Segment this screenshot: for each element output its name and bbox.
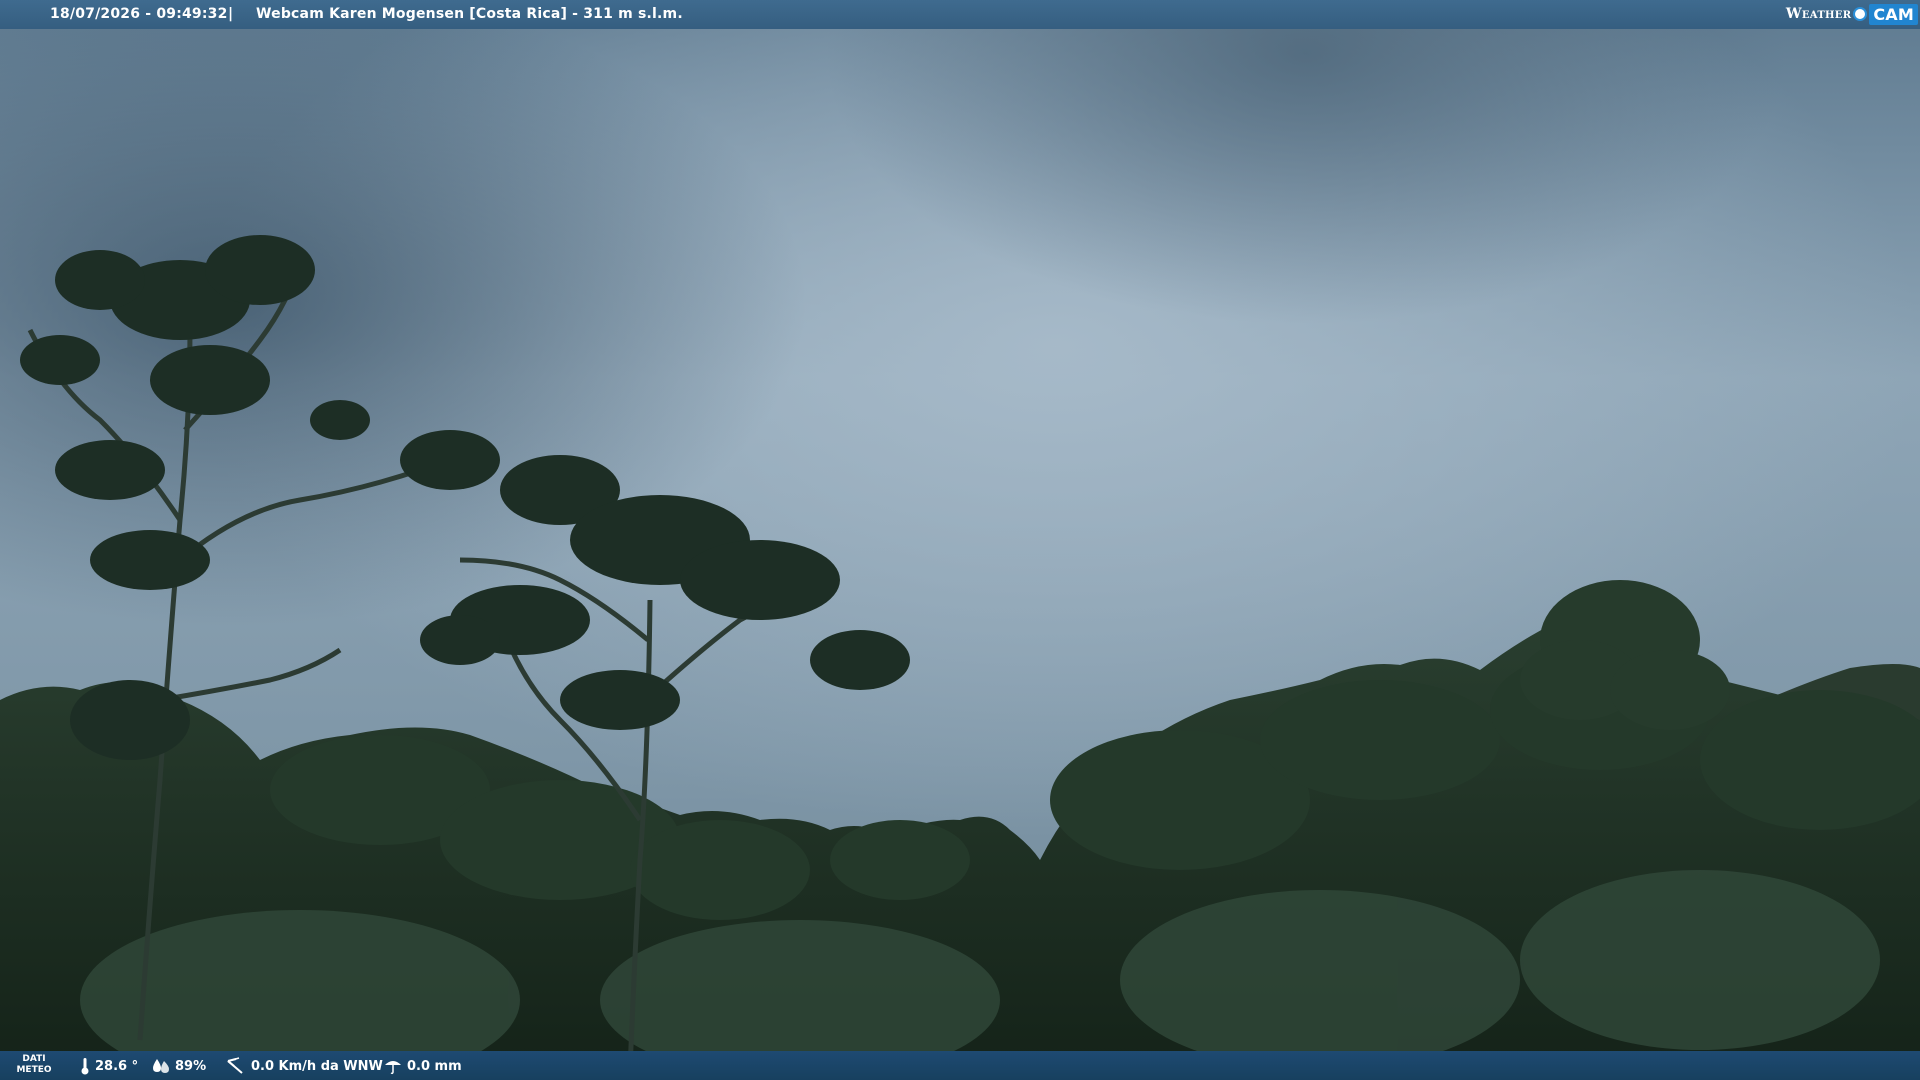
wind-value: 0.0 Km/h da WNW bbox=[251, 1058, 383, 1074]
rain-icon bbox=[385, 1061, 401, 1075]
header-separator: | bbox=[228, 6, 234, 22]
weather-data-label-line1: DATI bbox=[22, 1054, 46, 1064]
webcam-title: Webcam Karen Mogensen [Costa Rica] - 311… bbox=[256, 6, 683, 22]
webcam-image bbox=[0, 0, 1920, 1080]
humidity-reading: 89% bbox=[152, 1057, 206, 1075]
weathercam-logo: Weather CAM bbox=[1786, 2, 1918, 26]
datetime-label: 18/07/2026 - 09:49:32 bbox=[50, 6, 228, 22]
header-bar: 18/07/2026 - 09:49:32 | Webcam Karen Mog… bbox=[0, 0, 1920, 29]
logo-cam-text: CAM bbox=[1869, 3, 1918, 25]
temperature-reading: 28.6 ° bbox=[80, 1057, 138, 1075]
thermometer-icon bbox=[81, 1058, 89, 1075]
logo-dot-icon bbox=[1853, 7, 1868, 21]
humidity-value: 89% bbox=[175, 1058, 207, 1074]
humidity-icon bbox=[153, 1059, 169, 1073]
wind-reading: 0.0 Km/h da WNW bbox=[226, 1057, 383, 1075]
webcam-frame: 18/07/2026 - 09:49:32 | Webcam Karen Mog… bbox=[0, 0, 1920, 1080]
rain-reading: 0.0 mm bbox=[384, 1057, 462, 1075]
temperature-value: 28.6 ° bbox=[95, 1058, 139, 1074]
weather-bar: DATI METEO 28.6 ° 89% 0.0 Km/h da WNW 0.… bbox=[0, 1051, 1920, 1080]
weather-data-label: DATI METEO bbox=[14, 1054, 54, 1076]
rain-value: 0.0 mm bbox=[407, 1058, 462, 1074]
wind-icon bbox=[227, 1057, 243, 1074]
weather-data-label-line2: METEO bbox=[16, 1065, 52, 1075]
logo-weather-text: Weather bbox=[1785, 6, 1852, 22]
